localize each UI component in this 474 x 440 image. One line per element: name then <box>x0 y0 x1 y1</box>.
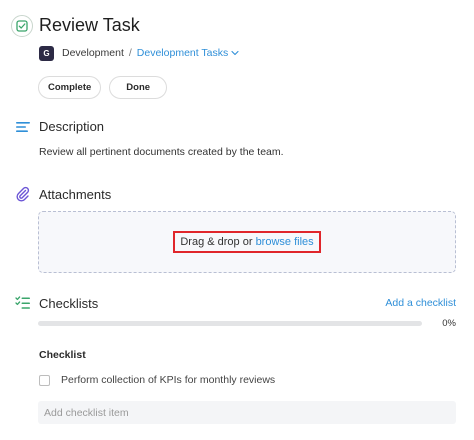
checklist-item-label[interactable]: Perform collection of KPIs for monthly r… <box>61 374 275 386</box>
project-avatar: G <box>39 45 54 61</box>
description-text[interactable]: Review all pertinent documents created b… <box>39 146 284 158</box>
breadcrumb-separator: / <box>128 47 132 59</box>
checklist-icon <box>15 296 30 309</box>
complete-button[interactable]: Complete <box>38 76 102 99</box>
paperclip-icon <box>16 186 30 202</box>
chevron-down-icon <box>231 50 239 56</box>
done-button[interactable]: Done <box>109 76 168 99</box>
breadcrumb: G Development / Development Tasks <box>39 45 239 61</box>
text-lines-icon <box>16 122 30 132</box>
drop-prompt: Drag & drop or browse files <box>173 231 321 253</box>
task-status-icon[interactable] <box>11 15 33 37</box>
checklist-item-checkbox[interactable] <box>39 374 50 386</box>
task-list-dropdown[interactable]: Development Tasks <box>137 47 239 59</box>
browse-files-link[interactable]: browse files <box>256 236 314 248</box>
checklist-item: Perform collection of KPIs for monthly r… <box>39 374 275 386</box>
attachment-dropzone[interactable]: Drag & drop or browse files <box>38 211 456 273</box>
drop-text: Drag & drop or <box>180 236 256 248</box>
task-list-label: Development Tasks <box>136 47 229 59</box>
checklists-heading: Checklists <box>39 296 99 311</box>
add-checklist-link[interactable]: Add a checklist <box>385 297 456 309</box>
task-actions: Complete Done <box>38 76 168 99</box>
checklist-progress-label: 0% <box>442 318 456 329</box>
page-title: Review Task <box>39 15 140 35</box>
description-heading: Description <box>39 119 105 134</box>
checklist-progress-bar <box>38 321 422 326</box>
attachments-heading: Attachments <box>39 187 112 202</box>
checklist-title[interactable]: Checklist <box>39 349 86 361</box>
breadcrumb-project[interactable]: Development <box>62 47 124 59</box>
add-checklist-item-input[interactable] <box>38 401 456 424</box>
